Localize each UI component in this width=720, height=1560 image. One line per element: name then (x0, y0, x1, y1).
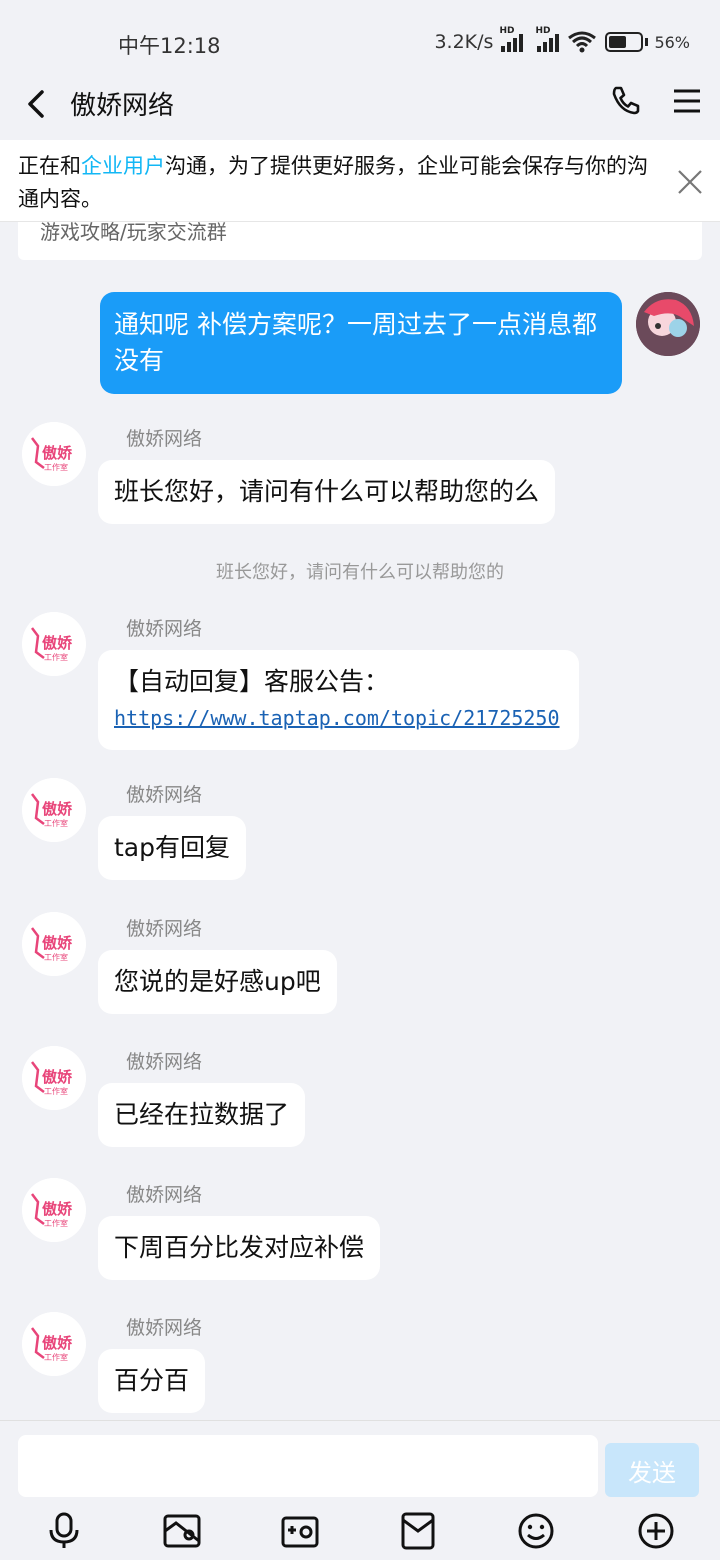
svg-text:工作室: 工作室 (44, 818, 68, 828)
message-bubble[interactable]: 百分百 (98, 1349, 206, 1413)
sender-avatar[interactable]: 傲娇 工作室 (22, 778, 86, 842)
svg-text:工作室: 工作室 (44, 1218, 68, 1228)
input-toolbar (0, 1507, 720, 1560)
send-button[interactable]: 发送 (605, 1443, 699, 1497)
message-link[interactable]: https://www.taptap.com/topic/21725250 (114, 700, 563, 736)
status-bar: 中午12:18 3.2K/s HD HD 56% (0, 0, 720, 80)
message-text: 已经在拉数据了 (114, 1100, 290, 1129)
svg-text:傲娇: 傲娇 (42, 444, 73, 462)
status-icons: 3.2K/s HD HD 56% (434, 26, 690, 54)
emoji-icon[interactable] (516, 1511, 556, 1551)
message-text: 百分百 (114, 1366, 190, 1395)
svg-text:傲娇: 傲娇 (42, 1200, 73, 1218)
notice-text: 正在和企业用户沟通，为了提供更好服务，企业可能会保存与你的沟通内容。 (18, 150, 658, 216)
message-text: 班长您好，请问有什么可以帮助您的么 (114, 477, 540, 506)
svg-text:工作室: 工作室 (44, 952, 68, 962)
svg-text:傲娇: 傲娇 (42, 1334, 73, 1352)
studio-logo-icon: 傲娇 工作室 (22, 1046, 86, 1110)
sender-avatar[interactable]: 傲娇 工作室 (22, 912, 86, 976)
message-text: tap有回复 (114, 833, 230, 862)
studio-logo-icon: 傲娇 工作室 (22, 778, 86, 842)
svg-text:傲娇: 傲娇 (42, 934, 73, 952)
svg-text:傲娇: 傲娇 (42, 800, 73, 818)
sender-name: 傲娇网络 (126, 1184, 203, 1206)
net-speed: 3.2K/s (434, 31, 494, 53)
sender-name: 傲娇网络 (126, 618, 203, 640)
message-text: 下周百分比发对应补偿 (114, 1233, 365, 1262)
message-bubble[interactable]: 下周百分比发对应补偿 (98, 1216, 381, 1280)
camera-icon[interactable] (280, 1511, 320, 1551)
studio-logo-icon: 傲娇 工作室 (22, 1312, 86, 1376)
message-bubble[interactable]: 【自动回复】客服公告： https://www.taptap.com/topic… (98, 650, 579, 750)
battery-percent: 56% (654, 32, 690, 52)
message-text: 【自动回复】客服公告： (114, 667, 390, 696)
system-message: 班长您好，请问有什么可以帮助您的 (216, 562, 504, 583)
sender-name: 傲娇网络 (126, 1051, 203, 1073)
back-arrow-icon[interactable] (20, 86, 56, 122)
svg-text:傲娇: 傲娇 (42, 1068, 73, 1086)
enterprise-notice: 正在和企业用户沟通，为了提供更好服务，企业可能会保存与你的沟通内容。 (0, 140, 720, 222)
sender-name: 傲娇网络 (126, 918, 203, 940)
user-avatar-icon (636, 292, 700, 356)
sender-avatar[interactable]: 傲娇 工作室 (22, 422, 86, 486)
signal-badge: HD (499, 26, 515, 36)
sender-avatar[interactable]: 傲娇 工作室 (22, 612, 86, 676)
svg-text:工作室: 工作室 (44, 652, 68, 662)
studio-logo-icon: 傲娇 工作室 (22, 1178, 86, 1242)
sender-name: 傲娇网络 (126, 784, 203, 806)
battery-icon: 56% (605, 32, 690, 52)
svg-text:工作室: 工作室 (44, 1086, 68, 1096)
plus-icon[interactable] (636, 1511, 676, 1551)
message-text: 您说的是好感up吧 (114, 967, 321, 996)
sender-avatar[interactable]: 傲娇 工作室 (22, 1312, 86, 1376)
message-bubble-me[interactable]: 通知呢 补偿方案呢？一周过去了一点消息都没有 (100, 292, 622, 394)
wifi-icon (568, 31, 597, 53)
message-bubble[interactable]: tap有回复 (98, 816, 246, 880)
studio-logo-icon: 傲娇 工作室 (22, 612, 86, 676)
svg-text:傲娇: 傲娇 (42, 634, 73, 652)
chat-title: 傲娇网络 (70, 91, 175, 121)
notice-text-before: 正在和 (18, 154, 81, 178)
message-bubble[interactable]: 您说的是好感up吧 (98, 950, 337, 1014)
studio-logo-icon: 傲娇 工作室 (22, 912, 86, 976)
signal-hd-icon: HD (499, 26, 524, 52)
input-area: 发送 (0, 1420, 720, 1560)
microphone-icon[interactable] (44, 1511, 84, 1551)
menu-icon[interactable] (670, 84, 704, 118)
sender-avatar[interactable]: 傲娇 工作室 (22, 1046, 86, 1110)
notice-highlight[interactable]: 企业用户 (81, 154, 165, 178)
message-bubble[interactable]: 班长您好，请问有什么可以帮助您的么 (98, 460, 556, 524)
sender-name: 傲娇网络 (126, 428, 203, 450)
message-input[interactable] (18, 1435, 598, 1497)
red-packet-icon[interactable] (398, 1511, 438, 1551)
close-icon[interactable] (676, 168, 704, 196)
message-text: 通知呢 补偿方案呢？一周过去了一点消息都没有 (114, 310, 597, 375)
studio-logo-icon: 傲娇 工作室 (22, 422, 86, 486)
image-icon[interactable] (162, 1511, 202, 1551)
chat-header: 傲娇网络 (0, 80, 720, 140)
signal-badge: HD (535, 26, 551, 36)
sender-name: 傲娇网络 (126, 1317, 203, 1339)
my-avatar[interactable] (636, 292, 700, 356)
sender-avatar[interactable]: 傲娇 工作室 (22, 1178, 86, 1242)
svg-text:工作室: 工作室 (44, 1352, 68, 1362)
message-bubble[interactable]: 已经在拉数据了 (98, 1083, 306, 1147)
status-time: 中午12:18 (118, 34, 221, 58)
svg-text:工作室: 工作室 (44, 462, 68, 472)
signal-hd-icon: HD (535, 26, 560, 52)
phone-icon[interactable] (608, 82, 644, 118)
